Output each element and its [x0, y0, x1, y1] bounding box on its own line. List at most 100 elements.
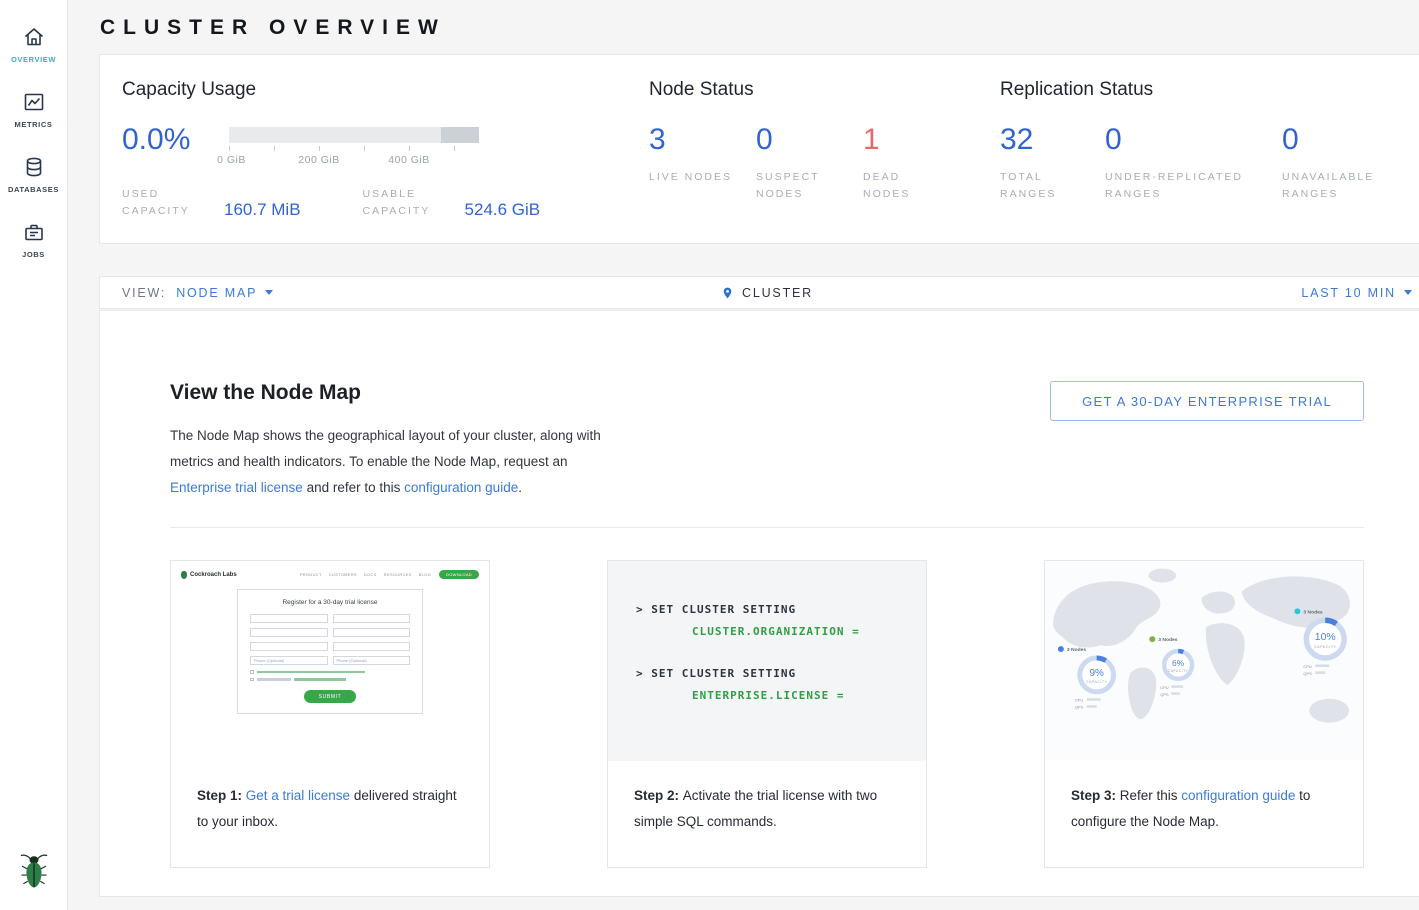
capacity-usage-title: Capacity Usage	[122, 79, 649, 101]
qps-label: QPS	[1075, 705, 1084, 710]
sql-setting: ENTERPRISE.LICENSE =	[636, 689, 926, 702]
enterprise-trial-license-link[interactable]: Enterprise trial license	[170, 480, 303, 495]
configuration-guide-link[interactable]: configuration guide	[404, 480, 518, 495]
description-text: and refer to this	[303, 480, 404, 495]
used-capacity-stat: USED CAPACITY 160.7 MiB	[122, 186, 301, 220]
capacity-usage-section: Capacity Usage 0.0% 0 GiB 20	[122, 79, 649, 243]
step2-card: > SET CLUSTER SETTING CLUSTER.ORGANIZATI…	[607, 560, 927, 868]
mini-form-field	[250, 628, 328, 637]
usable-capacity-value: 524.6 GiB	[465, 200, 541, 220]
node-locality-dot	[1058, 646, 1064, 652]
cpu-label: CPU	[1303, 664, 1312, 669]
sidebar: OVERVIEW METRICS DATABASES JOBS	[0, 0, 68, 910]
live-nodes-label: LIVE NODES	[649, 169, 734, 186]
under-replicated-ranges-stat: 0 UNDER-REPLICATED RANGES	[1105, 125, 1260, 203]
capacity-label: CAPACITY	[1168, 669, 1189, 673]
sidebar-item-metrics[interactable]: METRICS	[0, 77, 67, 142]
step1-card: Cockroach Labs PRODUCT CUSTOMERS DOCS RE…	[170, 560, 490, 868]
qps-label: QPS	[1160, 692, 1169, 697]
total-ranges-value: 32	[1000, 125, 1083, 155]
mini-form-field	[250, 642, 328, 651]
mini-trial-form: Register for a 30-day trial license P	[237, 589, 423, 714]
sidebar-item-label: OVERVIEW	[11, 55, 56, 64]
step3-caption: Step 3: Refer this configuration guide t…	[1045, 761, 1363, 835]
divider	[170, 527, 1364, 528]
total-ranges-stat: 32 TOTAL RANGES	[1000, 125, 1083, 203]
mini-form-field	[333, 628, 411, 637]
sidebar-item-label: METRICS	[15, 120, 53, 129]
capacity-bar-axis: 0 GiB 200 GiB 400 GiB	[229, 146, 479, 172]
view-selector-value: NODE MAP	[176, 286, 257, 300]
sidebar-item-jobs[interactable]: JOBS	[0, 207, 67, 272]
mini-nav-item: DOCS	[364, 572, 377, 577]
used-capacity-label: USED CAPACITY	[122, 186, 208, 220]
mini-form-field	[250, 614, 328, 623]
database-icon	[22, 155, 46, 179]
replication-status-section: Replication Status 32 TOTAL RANGES 0 UND…	[1000, 79, 1419, 243]
step2-code-snippet: > SET CLUSTER SETTING CLUSTER.ORGANIZATI…	[608, 561, 926, 761]
view-selector-dropdown[interactable]: NODE MAP	[176, 286, 273, 300]
unavailable-ranges-value: 0	[1282, 125, 1412, 155]
step1-caption: Step 1: Get a trial license delivered st…	[171, 761, 489, 835]
capacity-percent: 10%	[1315, 632, 1336, 643]
node-status-title: Node Status	[649, 79, 1000, 101]
step3-map-preview: 3 Nodes 9% CAPACITY CPU QPS 3 Nodes	[1045, 561, 1363, 761]
sidebar-item-overview[interactable]: OVERVIEW	[0, 12, 67, 77]
node-count-label: 3 Nodes	[1158, 637, 1178, 643]
mini-submit-button: SUBMIT	[304, 690, 356, 703]
mini-form-title: Register for a 30-day trial license	[250, 599, 410, 606]
time-range-dropdown[interactable]: LAST 10 MIN	[1301, 286, 1412, 300]
live-nodes-value: 3	[649, 125, 734, 155]
suspect-nodes-label: SUSPECT NODES	[756, 169, 841, 203]
configuration-guide-link[interactable]: configuration guide	[1181, 788, 1295, 803]
dead-nodes-stat: 1 DEAD NODES	[863, 125, 948, 203]
unavailable-ranges-label: UNAVAILABLE RANGES	[1282, 169, 1412, 203]
node-map-description: The Node Map shows the geographical layo…	[170, 423, 632, 501]
step3-card: 3 Nodes 9% CAPACITY CPU QPS 3 Nodes	[1044, 560, 1364, 868]
step2-caption: Step 2: Activate the trial license with …	[608, 761, 926, 835]
under-replicated-ranges-value: 0	[1105, 125, 1260, 155]
node-map-panel: View the Node Map The Node Map shows the…	[99, 310, 1419, 897]
total-ranges-label: TOTAL RANGES	[1000, 169, 1083, 203]
sidebar-item-databases[interactable]: DATABASES	[0, 142, 67, 207]
cockroach-bug-icon	[19, 851, 49, 889]
under-replicated-ranges-label: UNDER-REPLICATED RANGES	[1105, 169, 1260, 203]
cockroach-labs-logo[interactable]	[19, 851, 49, 894]
mini-checkbox-row	[250, 670, 410, 674]
metrics-icon	[22, 90, 46, 114]
axis-tick-label: 200 GiB	[298, 154, 339, 166]
node-status-section: Node Status 3 LIVE NODES 0 SUSPECT NODES…	[649, 79, 1000, 243]
usable-capacity-stat: USABLE CAPACITY 524.6 GiB	[363, 186, 541, 220]
chevron-down-icon	[1404, 290, 1412, 295]
step1-screenshot: Cockroach Labs PRODUCT CUSTOMERS DOCS RE…	[171, 561, 489, 761]
capacity-used-percent: 0.0%	[122, 125, 229, 155]
enterprise-trial-button[interactable]: GET A 30-DAY ENTERPRISE TRIAL	[1050, 381, 1364, 421]
mini-form-field	[333, 614, 411, 623]
get-trial-license-link[interactable]: Get a trial license	[246, 788, 350, 803]
axis-tick-label: 400 GiB	[388, 154, 429, 166]
capacity-bar: 0 GiB 200 GiB 400 GiB	[229, 125, 479, 172]
mini-nav-item: RESOURCES	[384, 572, 412, 577]
mini-phone-field: Phone (Optional)	[250, 656, 328, 665]
capacity-label: CAPACITY	[1086, 680, 1108, 684]
capacity-percent: 9%	[1090, 668, 1105, 679]
node-map-world-image: 3 Nodes 9% CAPACITY CPU QPS 3 Nodes	[1045, 561, 1363, 761]
node-map-title: View the Node Map	[170, 381, 632, 405]
sql-setting: CLUSTER.ORGANIZATION =	[636, 625, 926, 638]
node-count-label: 3 Nodes	[1067, 647, 1087, 653]
mini-cockroach-icon	[181, 571, 187, 579]
mini-brand: Cockroach Labs	[181, 571, 237, 579]
cpu-label: CPU	[1075, 698, 1084, 703]
scope-breadcrumb: CLUSTER	[721, 285, 813, 301]
usable-capacity-label: USABLE CAPACITY	[363, 186, 449, 220]
unavailable-ranges-stat: 0 UNAVAILABLE RANGES	[1282, 125, 1412, 203]
home-icon	[22, 25, 46, 49]
dead-nodes-label: DEAD NODES	[863, 169, 948, 203]
chevron-down-icon	[265, 290, 273, 295]
suspect-nodes-stat: 0 SUSPECT NODES	[756, 125, 841, 203]
capacity-bar-reserved-segment	[441, 127, 479, 143]
capacity-percent: 6%	[1172, 658, 1185, 668]
replication-status-title: Replication Status	[1000, 79, 1419, 101]
mini-form-field	[333, 642, 411, 651]
mini-nav-item: PRODUCT	[300, 572, 322, 577]
